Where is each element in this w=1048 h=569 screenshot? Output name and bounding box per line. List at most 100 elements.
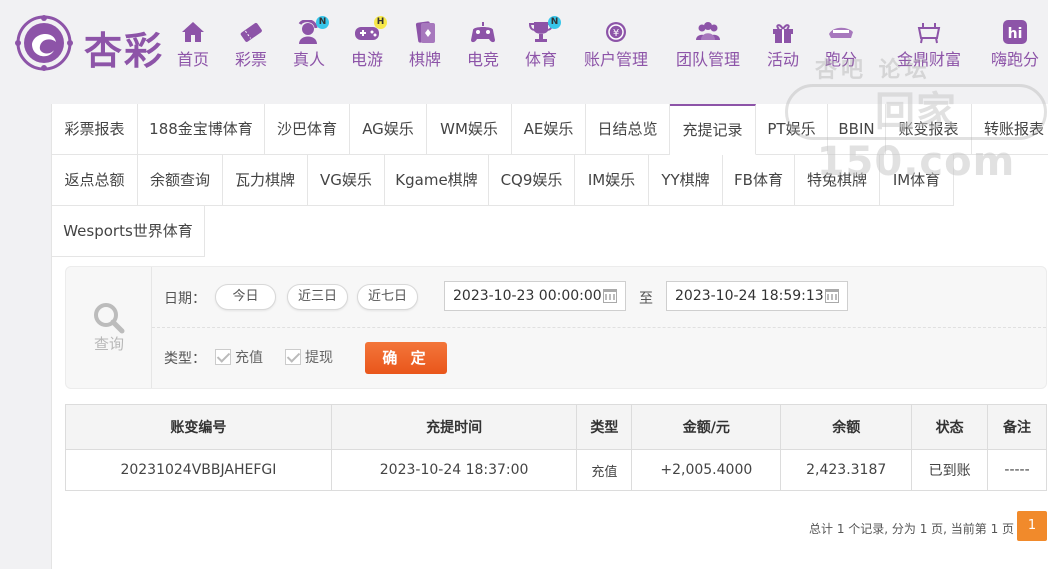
- nav-label: 首页: [176, 50, 209, 69]
- nav-item-team[interactable]: 团队管理: [666, 14, 750, 74]
- cell-balance: 2,423.3187: [780, 449, 913, 491]
- tab-yy[interactable]: YY棋牌: [649, 155, 723, 206]
- tab-saba[interactable]: 沙巴体育: [265, 104, 350, 155]
- withdraw-checkbox[interactable]: 提现: [285, 347, 333, 367]
- cell-time: 2023-10-24 18:37:00: [330, 449, 578, 491]
- nav-item-account[interactable]: ¥ 账户管理: [574, 14, 658, 74]
- end-date-value: 2023-10-24 18:59:13: [675, 288, 824, 304]
- tab-im-sports[interactable]: IM体育: [880, 155, 954, 206]
- tab-tetu[interactable]: 特兔棋牌: [795, 155, 880, 206]
- type-row: 类型： 充值 提现 确 定: [152, 328, 1046, 388]
- tab-daily-overview[interactable]: 日结总览: [586, 104, 670, 155]
- hi-app-icon: hi: [1001, 20, 1029, 44]
- nav-item-jinding[interactable]: 金鼎财富: [892, 14, 966, 74]
- cell-remark: -----: [987, 449, 1047, 491]
- tab-ae[interactable]: AE娱乐: [512, 104, 586, 155]
- nav-label: 真人: [292, 50, 325, 69]
- to-label: 至: [639, 291, 653, 307]
- new-badge: N: [548, 16, 561, 29]
- gamepad-icon: H: [353, 16, 387, 44]
- calendar-icon: [603, 289, 617, 303]
- nav-item-lottery[interactable]: 彩票: [226, 14, 276, 74]
- date-label: 日期：: [164, 291, 206, 307]
- nav-label: 体育: [524, 50, 557, 69]
- report-panel: 彩票报表 188金宝博体育 沙巴体育 AG娱乐 WM娱乐 AE娱乐 日结总览 充…: [51, 104, 1048, 569]
- type-label: 类型：: [164, 351, 206, 367]
- tab-wesports[interactable]: Wesports世界体育: [52, 206, 205, 257]
- tab-ag[interactable]: AG娱乐: [350, 104, 427, 155]
- tab-bbin[interactable]: BBIN: [828, 104, 886, 155]
- nav-item-paofen[interactable]: 跑分: [816, 14, 866, 74]
- tab-account-change[interactable]: 账变报表: [886, 104, 972, 155]
- nav-label: 彩票: [234, 50, 267, 69]
- tab-deposit-withdraw[interactable]: 充提记录: [670, 104, 756, 155]
- range-today-button[interactable]: 今日: [215, 284, 276, 310]
- brand-logo[interactable]: 杏彩: [14, 14, 174, 73]
- nav-label: 账户管理: [583, 50, 648, 69]
- cell-transaction-id: 20231024VBBJAHEFGI: [65, 449, 332, 491]
- nav-item-activity[interactable]: 活动: [758, 14, 808, 74]
- nav-label: 跑分: [824, 50, 857, 69]
- tab-cq9[interactable]: CQ9娱乐: [489, 155, 575, 206]
- deposit-checkbox[interactable]: 充值: [215, 347, 263, 367]
- tab-188bet[interactable]: 188金宝博体育: [138, 104, 265, 155]
- svg-text:¥: ¥: [613, 28, 619, 39]
- query-icon-box: 查询: [66, 267, 152, 388]
- tab-rebate-total[interactable]: 返点总额: [52, 155, 138, 206]
- col-amount[interactable]: 金额/元: [631, 404, 782, 450]
- tab-im[interactable]: IM娱乐: [575, 155, 649, 206]
- calendar-icon: [825, 289, 839, 303]
- nav-label: 棋牌: [408, 50, 441, 69]
- col-time[interactable]: 充提时间: [330, 404, 578, 450]
- nav-item-cards[interactable]: 棋牌: [400, 14, 450, 74]
- tab-transfer-report[interactable]: 转账报表: [972, 104, 1048, 155]
- date-row: 日期： 今日 近三日 近七日 2023-10-23 00:00:00 至 202…: [152, 267, 1046, 328]
- col-remark[interactable]: 备注: [987, 404, 1047, 450]
- cards-icon: [411, 20, 439, 44]
- tab-vg[interactable]: VG娱乐: [308, 155, 385, 206]
- hot-badge: H: [374, 16, 387, 29]
- nav-item-hi-paofen[interactable]: hi 嗨跑分: [986, 14, 1044, 74]
- tab-fb-sports[interactable]: FB体育: [723, 155, 795, 206]
- col-transaction-id[interactable]: 账变编号: [65, 404, 332, 450]
- col-type[interactable]: 类型: [576, 404, 633, 450]
- nav-item-egame[interactable]: H 电游: [342, 14, 392, 74]
- nav-item-sports[interactable]: N 体育: [516, 14, 566, 74]
- start-date-input[interactable]: 2023-10-23 00:00:00: [444, 281, 626, 311]
- table-header-row: 账变编号 充提时间 类型 金额/元 余额 状态 备注: [65, 404, 1047, 450]
- col-status[interactable]: 状态: [911, 404, 989, 450]
- tab-pt[interactable]: PT娱乐: [756, 104, 828, 155]
- pagination-summary: 总计 1 个记录, 分为 1 页, 当前第 1 页: [809, 522, 1015, 536]
- tab-balance-query[interactable]: 余额查询: [138, 155, 223, 206]
- page-button-current[interactable]: 1: [1017, 511, 1047, 541]
- end-date-input[interactable]: 2023-10-24 18:59:13: [666, 281, 848, 311]
- col-balance[interactable]: 余额: [780, 404, 913, 450]
- home-icon: [179, 20, 207, 44]
- nav-label: 活动: [766, 50, 799, 69]
- tab-wali[interactable]: 瓦力棋牌: [223, 155, 308, 206]
- cauldron-icon: [915, 20, 943, 44]
- cell-amount: +2,005.4000: [631, 449, 782, 491]
- cell-status: 已到账: [911, 449, 989, 491]
- top-header: 杏彩 首页 彩票 N 真人 H 电游 棋牌 电竞 N 体育 ¥ 账户管理 团队管…: [0, 0, 1048, 92]
- checkbox-icon: [285, 349, 301, 365]
- tab-lottery-report[interactable]: 彩票报表: [52, 104, 138, 155]
- nav-label: 金鼎财富: [896, 50, 961, 69]
- confirm-button[interactable]: 确 定: [365, 342, 447, 374]
- start-date-value: 2023-10-23 00:00:00: [453, 288, 602, 304]
- nav-item-esports[interactable]: 电竞: [458, 14, 508, 74]
- tab-wm[interactable]: WM娱乐: [427, 104, 512, 155]
- range-7days-button[interactable]: 近七日: [357, 284, 418, 310]
- table-row[interactable]: 20231024VBBJAHEFGI 2023-10-24 18:37:00 充…: [65, 449, 1047, 491]
- lottery-ticket-icon: [237, 20, 265, 44]
- team-icon: [694, 20, 722, 44]
- nav-label: 团队管理: [675, 50, 740, 69]
- nav-item-home[interactable]: 首页: [168, 14, 218, 74]
- nav-item-live[interactable]: N 真人: [284, 14, 334, 74]
- tab-kgame[interactable]: Kgame棋牌: [385, 155, 489, 206]
- live-dealer-icon: N: [295, 16, 329, 44]
- esports-controller-icon: [469, 20, 497, 44]
- range-3days-button[interactable]: 近三日: [287, 284, 348, 310]
- query-icon-label: 查询: [93, 335, 124, 353]
- yen-coin-icon: ¥: [602, 20, 630, 44]
